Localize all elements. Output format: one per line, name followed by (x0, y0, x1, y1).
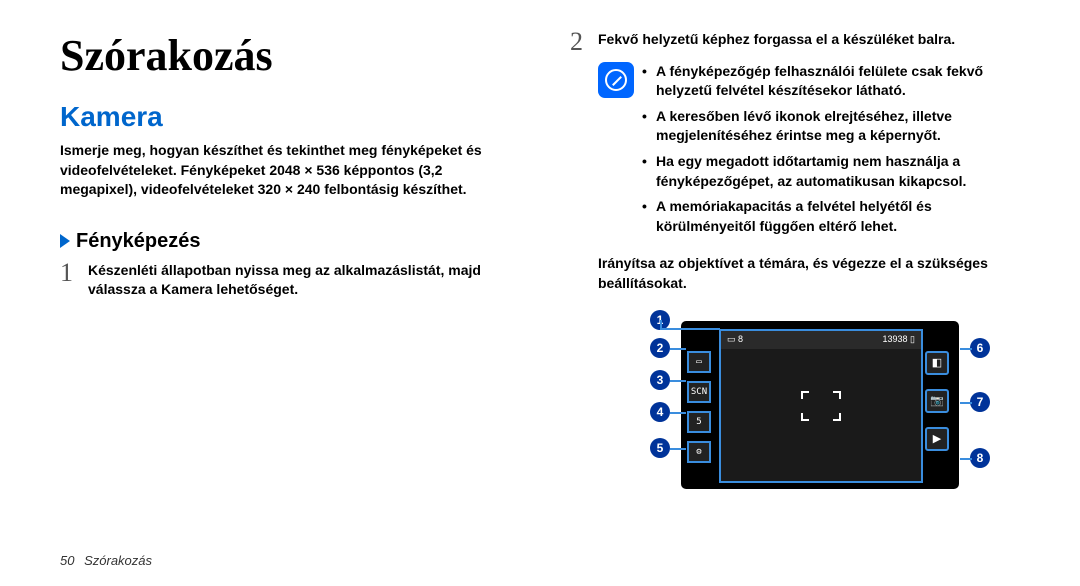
step-2: 2 Fekvő helyzetű képhez forgassa el a ké… (570, 30, 1020, 50)
note-bullet-4: A memóriakapacitás a felvétel helyétől é… (642, 197, 1020, 236)
footer: 50 Szórakozás (60, 553, 152, 568)
step-1-text: Készenléti állapotban nyissa meg az alka… (88, 262, 481, 298)
callout-6: 6 (970, 338, 990, 358)
step-1-number: 1 (60, 255, 73, 291)
camera-diagram: ▭ 8 13938 ▯ ▭ SCN 5 ⚙ ◧ 📷 ▶ (630, 310, 1010, 500)
note-bullet-2: A keresőben lévő ikonok elrejtéséhez, il… (642, 107, 1020, 146)
camera-switch-icon: ◧ (925, 351, 949, 375)
callout-2: 2 (650, 338, 670, 358)
camera-mode-icon: ▭ (687, 351, 711, 373)
footer-page-number: 50 (60, 553, 74, 568)
step-2-number: 2 (570, 24, 583, 60)
camera-topbar: ▭ 8 13938 ▯ (719, 329, 923, 349)
camera-gallery-icon: ▶ (925, 427, 949, 451)
note-icon (598, 62, 634, 98)
footer-section-name: Szórakozás (84, 553, 152, 568)
focus-brackets-icon (801, 391, 841, 421)
topbar-left-text: ▭ 8 (727, 334, 743, 345)
page-title: Szórakozás (60, 30, 510, 81)
camera-settings-icon: ⚙ (687, 441, 711, 463)
camera-scn-icon: SCN (687, 381, 711, 403)
callout-4: 4 (650, 402, 670, 422)
callout-3: 3 (650, 370, 670, 390)
note-block: A fényképezőgép felhasználói felülete cs… (570, 62, 1020, 243)
note-bullet-1: A fényképezőgép felhasználói felülete cs… (642, 62, 1020, 101)
camera-shutter-icon: 📷 (925, 389, 949, 413)
direction-text: Irányítsa az objektívet a témára, és vég… (570, 254, 1020, 293)
topbar-right-text: 13938 ▯ (883, 334, 915, 345)
step-1: 1 Készenléti állapotban nyissa meg az al… (60, 261, 510, 300)
note-bullet-3: Ha egy megadott időtartamig nem használj… (642, 152, 1020, 191)
sub-heading-text: Fényképezés (76, 230, 201, 253)
callout-5: 5 (650, 438, 670, 458)
step-2-text: Fekvő helyzetű képhez forgassa el a kész… (598, 31, 955, 47)
section-heading: Kamera (60, 101, 510, 133)
callout-7: 7 (970, 392, 990, 412)
chevron-right-icon (60, 234, 70, 248)
note-bullets: A fényképezőgép felhasználói felülete cs… (642, 62, 1020, 243)
sub-heading: Fényképezés (60, 230, 510, 253)
camera-ev-icon: 5 (687, 411, 711, 433)
camera-body: ▭ 8 13938 ▯ ▭ SCN 5 ⚙ ◧ 📷 ▶ (680, 320, 960, 490)
intro-text: Ismerje meg, hogyan készíthet és tekinth… (60, 141, 510, 200)
callout-8: 8 (970, 448, 990, 468)
